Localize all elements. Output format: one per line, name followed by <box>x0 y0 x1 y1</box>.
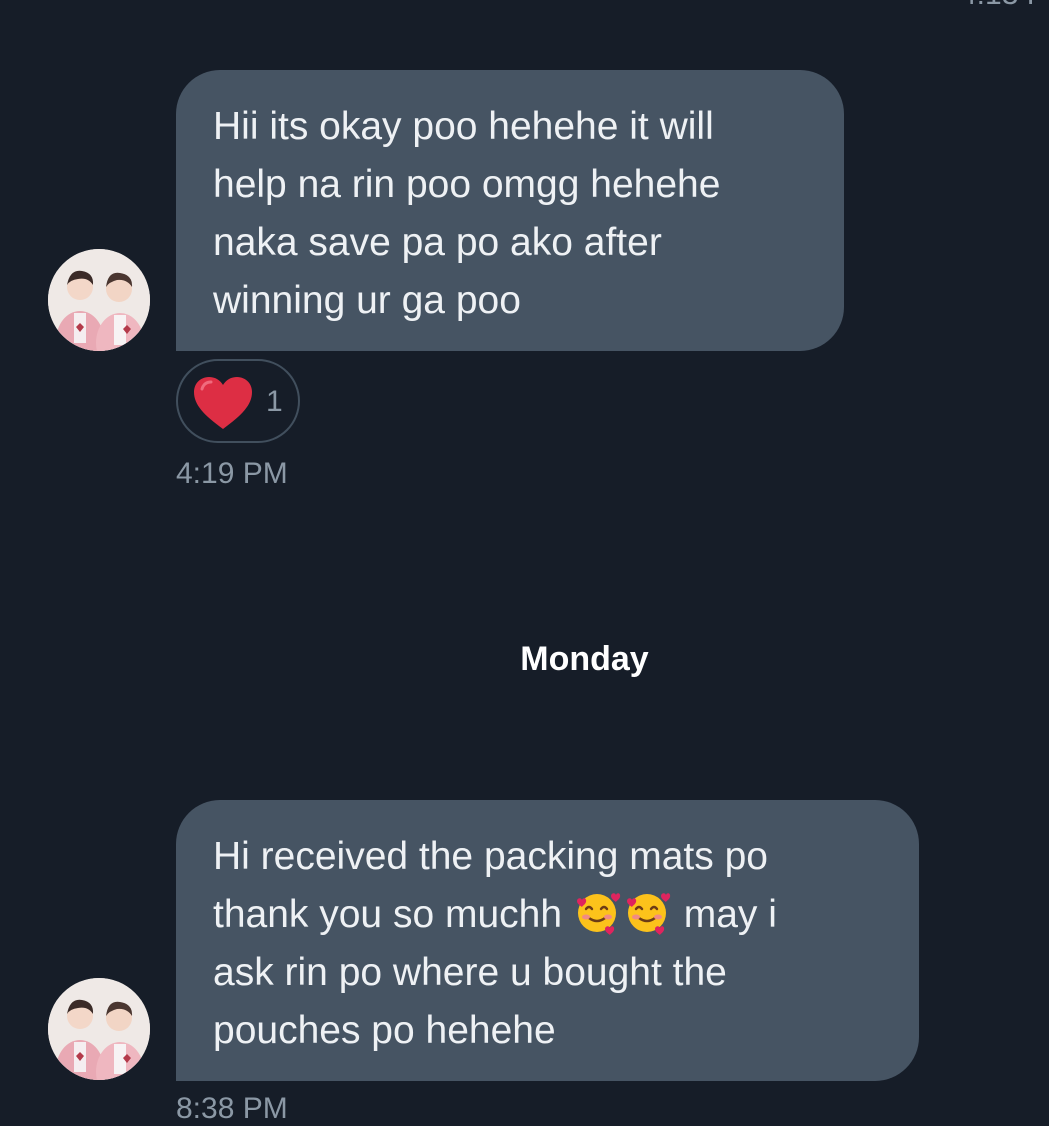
smiling-face-with-hearts-icon <box>626 893 671 935</box>
reaction-pill[interactable]: 1 <box>176 359 300 443</box>
message-text-line: pouches po hehehe <box>213 1009 556 1052</box>
previous-message-timestamp: 4:13 P <box>960 0 1047 12</box>
message-text-line: naka save pa po ako after <box>213 221 662 264</box>
message-text-line: winning ur ga poo <box>213 279 521 322</box>
message-timestamp: 8:38 PM <box>176 1092 288 1125</box>
reaction-count: 1 <box>266 385 283 418</box>
avatar[interactable] <box>48 978 150 1080</box>
avatar-photo <box>48 249 150 351</box>
message-bubble[interactable]: Hii its okay poo hehehe it will help na … <box>176 70 844 351</box>
message-text-segment: thank you so muchh <box>213 893 563 936</box>
avatar-photo <box>48 978 150 1080</box>
message-timestamp: 4:19 PM <box>176 457 288 490</box>
message-bubble[interactable]: Hi received the packing mats po thank yo… <box>176 800 919 1081</box>
smiling-face-with-hearts-icon <box>576 893 621 935</box>
avatar[interactable] <box>48 249 150 351</box>
message-text-line: Hii its okay poo hehehe it will <box>213 105 714 148</box>
message-text-line: Hi received the packing mats po <box>213 835 768 878</box>
message-text-line: ask rin po where u bought the <box>213 951 727 994</box>
day-separator: Monday <box>520 640 649 678</box>
message-text-segment: may i <box>683 893 777 936</box>
message-text-line: help na rin poo omgg hehehe <box>213 163 721 206</box>
message-text-line: thank you so muchh may i <box>213 886 879 944</box>
heart-icon <box>194 377 252 429</box>
